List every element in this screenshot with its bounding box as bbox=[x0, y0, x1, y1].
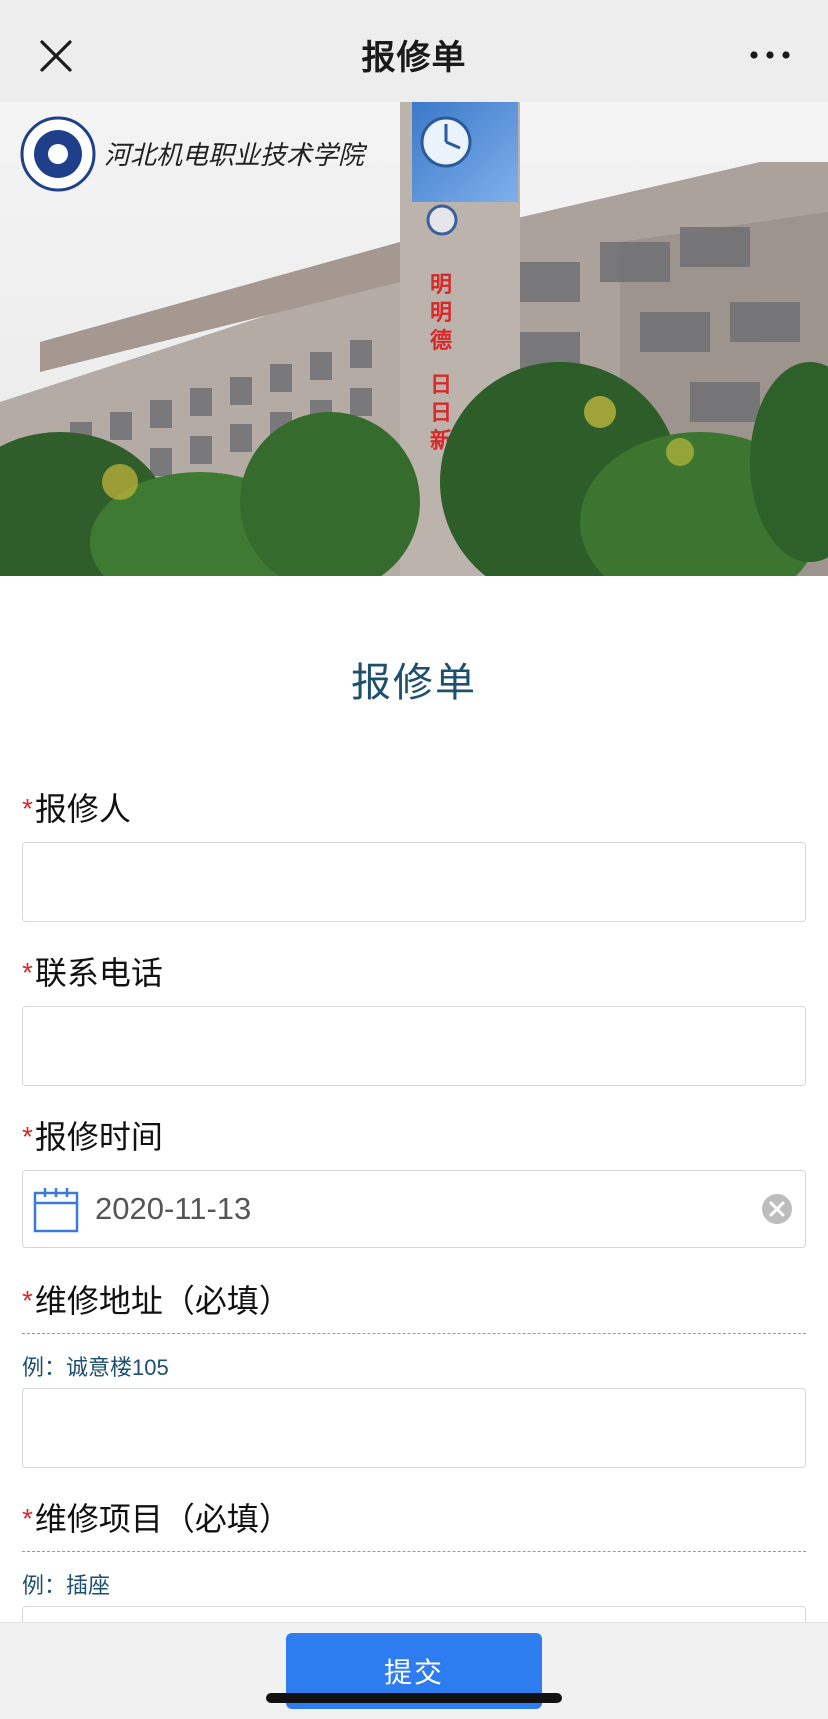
required-mark: * bbox=[22, 793, 33, 824]
reporter-input[interactable] bbox=[22, 842, 806, 922]
phone-input[interactable] bbox=[22, 1006, 806, 1086]
school-name: 河北机电职业技术学院 bbox=[104, 141, 368, 171]
more-icon[interactable] bbox=[748, 40, 792, 70]
repair-address-hint: 例：诚意楼105 bbox=[22, 1355, 169, 1380]
report-time-label: *报修时间 bbox=[22, 1112, 163, 1158]
tower-character: 明 bbox=[430, 300, 452, 326]
repair-address-input[interactable] bbox=[22, 1388, 806, 1468]
divider bbox=[22, 1333, 806, 1334]
divider bbox=[22, 1551, 806, 1552]
required-mark: * bbox=[22, 1503, 33, 1534]
phone-label-text: 联系电话 bbox=[34, 955, 163, 991]
clear-icon[interactable] bbox=[761, 1193, 793, 1225]
required-mark: * bbox=[22, 1121, 33, 1152]
repair-address-label-text: 维修地址（必填） bbox=[34, 1283, 291, 1319]
reporter-label: *报修人 bbox=[22, 784, 131, 830]
bottom-action-bar: 提交 bbox=[0, 1622, 828, 1719]
form-title: 报修单 bbox=[351, 661, 477, 705]
required-mark: * bbox=[22, 1285, 33, 1316]
repair-address-label: *维修地址（必填） bbox=[22, 1276, 291, 1322]
repair-item-hint: 例：插座 bbox=[22, 1573, 111, 1598]
campus-banner-image: 明 明 德 日 日 新 河北机电职业技术学院 bbox=[0, 102, 828, 576]
report-date-value: 2020-11-13 bbox=[95, 1191, 252, 1226]
campus-building-illustration: 明 明 德 日 日 新 河北机电职业技术学院 bbox=[0, 102, 828, 576]
home-indicator bbox=[266, 1693, 562, 1703]
repair-item-label-text: 维修项目（必填） bbox=[34, 1501, 291, 1537]
report-time-label-text: 报修时间 bbox=[34, 1119, 163, 1155]
navbar: 报修单 bbox=[0, 0, 828, 102]
required-mark: * bbox=[22, 957, 33, 988]
calendar-icon bbox=[33, 1188, 79, 1233]
report-date-picker[interactable]: 2020-11-13 bbox=[22, 1170, 806, 1248]
tower-character: 明 bbox=[430, 272, 452, 298]
tower-character: 德 bbox=[430, 328, 452, 354]
page-title: 报修单 bbox=[361, 39, 467, 77]
phone-label: *联系电话 bbox=[22, 948, 163, 994]
tower-character: 日 bbox=[430, 372, 452, 398]
repair-item-label: *维修项目（必填） bbox=[22, 1494, 291, 1540]
tower-character: 日 bbox=[430, 400, 452, 426]
reporter-label-text: 报修人 bbox=[34, 791, 131, 827]
